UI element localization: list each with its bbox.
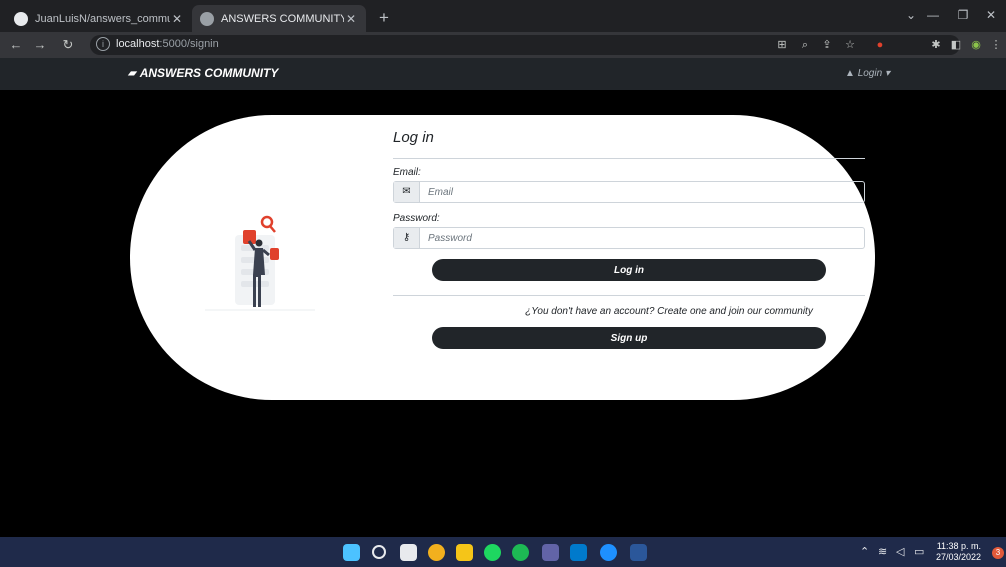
browser-icon[interactable] xyxy=(600,544,617,561)
restore-button[interactable]: ❐ xyxy=(950,4,976,26)
form-title: Log in xyxy=(393,129,434,146)
profile-avatar-icon[interactable]: ◉ xyxy=(968,37,984,53)
zoom-icon[interactable]: ⌕ xyxy=(797,37,813,53)
signup-button[interactable]: Sign up xyxy=(432,327,826,349)
battery-icon[interactable]: ▭ xyxy=(914,545,924,558)
email-field[interactable] xyxy=(420,182,864,202)
vscode-icon[interactable] xyxy=(570,544,587,561)
system-clock[interactable]: 11:38 p. m. 27/03/2022 xyxy=(936,541,981,563)
main-content: Log in Email: ✉ Password: ⚷ Log in ¿You … xyxy=(0,90,1006,537)
password-field[interactable] xyxy=(420,228,864,248)
url-text[interactable]: localhost:5000/signin xyxy=(116,38,219,50)
browser-tab-strip: JuanLuisN/answers_community ✕ ANSWERS CO… xyxy=(0,0,1006,32)
extension-icon[interactable]: ● xyxy=(872,37,888,53)
url-host: localhost xyxy=(116,38,160,50)
email-label: Email: xyxy=(393,167,421,178)
globe-icon xyxy=(200,11,214,26)
tab-answers-community[interactable]: ANSWERS COMMUNITY ✕ xyxy=(192,5,366,32)
password-label: Password: xyxy=(393,213,440,224)
email-input-group: ✉ xyxy=(393,181,865,203)
menu-dots-icon[interactable]: ⋮ xyxy=(988,37,1004,53)
bookmark-star-icon[interactable]: ☆ xyxy=(842,37,858,53)
new-tab-button[interactable]: + xyxy=(373,7,395,29)
screen: JuanLuisN/answers_community ✕ ANSWERS CO… xyxy=(0,0,1006,567)
word-icon[interactable] xyxy=(630,544,647,561)
volume-icon[interactable]: ◁ xyxy=(896,545,904,558)
login-dropdown[interactable]: ▲ Login ▾ xyxy=(845,68,890,79)
file-explorer-icon[interactable] xyxy=(456,544,473,561)
start-icon[interactable] xyxy=(343,544,360,561)
chrome-icon[interactable] xyxy=(428,544,445,561)
clock-date: 27/03/2022 xyxy=(936,552,982,562)
divider xyxy=(393,158,865,159)
github-icon xyxy=(14,11,28,26)
signup-prompt: ¿You don't have an account? Create one a… xyxy=(525,306,813,317)
spotify-icon[interactable] xyxy=(484,544,501,561)
tab-github[interactable]: JuanLuisN/answers_community ✕ xyxy=(6,5,192,32)
side-panel-icon[interactable]: ◧ xyxy=(948,37,964,53)
site-info-icon[interactable]: i xyxy=(96,37,110,51)
wifi-icon[interactable]: ≋ xyxy=(878,545,887,558)
brand-text: ANSWERS COMMUNITY xyxy=(139,66,279,80)
share-icon[interactable]: ⇪ xyxy=(819,37,835,53)
comments-icon: ▰ xyxy=(128,67,136,79)
caret-down-icon: ▾ xyxy=(884,68,890,79)
tab-title: ANSWERS COMMUNITY xyxy=(221,12,344,25)
login-menu-label: Login xyxy=(857,68,883,79)
envelope-icon: ✉ xyxy=(394,182,420,202)
login-form: Log in Email: ✉ Password: ⚷ Log in ¿You … xyxy=(393,129,865,349)
windows-taskbar: ⌃ ≋ ◁ ▭ 11:38 p. m. 27/03/2022 3 xyxy=(0,537,1006,567)
close-tab-icon[interactable]: ✕ xyxy=(170,12,184,26)
chevron-up-icon[interactable]: ⌃ xyxy=(860,545,869,558)
app-icon[interactable] xyxy=(512,544,529,561)
clock-time: 11:38 p. m. xyxy=(936,541,982,551)
tab-title: JuanLuisN/answers_community xyxy=(35,12,170,25)
reload-icon[interactable]: ↻ xyxy=(58,35,78,55)
search-icon[interactable] xyxy=(372,545,386,559)
url-path: :5000/signin xyxy=(159,38,219,50)
key-icon: ⚷ xyxy=(394,228,420,248)
minimize-button[interactable]: — xyxy=(920,4,946,26)
brand-link[interactable]: ▰ ANSWERS COMMUNITY xyxy=(128,66,278,80)
extensions-puzzle-icon[interactable]: ✱ xyxy=(928,37,944,53)
site-navbar: ▰ ANSWERS COMMUNITY ▲ Login ▾ xyxy=(0,58,1006,90)
forward-icon[interactable]: → xyxy=(30,35,50,55)
close-window-button[interactable]: ✕ xyxy=(978,4,1004,26)
translate-icon[interactable]: ⊞ xyxy=(774,37,790,53)
person-search-illustration xyxy=(205,215,315,311)
teams-icon[interactable] xyxy=(542,544,559,561)
browser-toolbar: ← → ↻ i localhost:5000/signin ⊞ ⌕ ⇪ ☆ ● … xyxy=(0,32,1006,58)
password-input-group: ⚷ xyxy=(393,227,865,249)
user-icon: ▲ xyxy=(845,68,855,79)
login-button[interactable]: Log in xyxy=(432,259,826,281)
task-view-icon[interactable] xyxy=(400,544,417,561)
signin-card: Log in Email: ✉ Password: ⚷ Log in ¿You … xyxy=(130,115,875,400)
close-tab-icon[interactable]: ✕ xyxy=(344,12,358,26)
notification-badge[interactable]: 3 xyxy=(992,547,1004,559)
divider xyxy=(393,295,865,296)
back-icon[interactable]: ← xyxy=(6,35,26,55)
